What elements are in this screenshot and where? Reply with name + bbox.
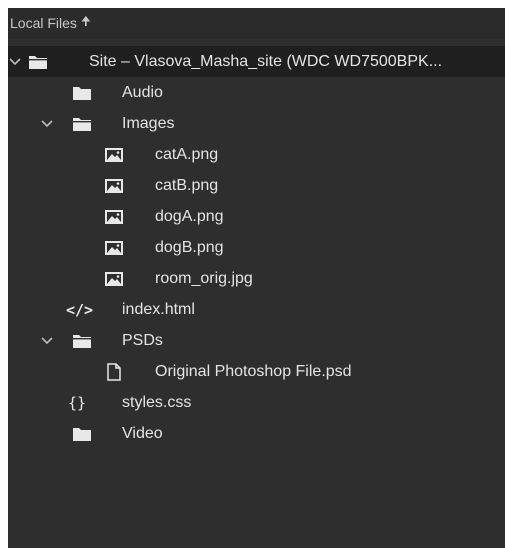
folder-icon bbox=[72, 116, 92, 132]
folder-icon bbox=[72, 426, 92, 442]
tree-item-catA[interactable]: catA.png bbox=[8, 139, 505, 170]
tree-item-label: Images bbox=[122, 114, 175, 132]
tree-item-label: Site – Vlasova_Masha_site (WDC WD7500BPK… bbox=[89, 52, 443, 70]
tree-item-label: PSDs bbox=[122, 331, 163, 349]
tree-item-dogB[interactable]: dogB.png bbox=[8, 232, 505, 263]
tree-item-label: styles.css bbox=[122, 393, 192, 411]
tree-item-room-orig[interactable]: room_orig.jpg bbox=[8, 263, 505, 294]
local-files-panel: Local Files 🠉 Site – Vlasova_Masha_site … bbox=[8, 8, 505, 548]
folder-icon bbox=[28, 54, 48, 70]
file-tree: Site – Vlasova_Masha_site (WDC WD7500BPK… bbox=[8, 46, 505, 449]
chevron-down-icon[interactable] bbox=[8, 55, 22, 69]
tree-item-images[interactable]: Images bbox=[8, 108, 505, 139]
panel-header[interactable]: Local Files 🠉 bbox=[8, 8, 505, 38]
tree-item-label: catA.png bbox=[155, 145, 219, 163]
folder-icon bbox=[72, 333, 92, 349]
chevron-down-icon[interactable] bbox=[40, 117, 54, 131]
image-file-icon bbox=[104, 147, 124, 163]
document-icon bbox=[106, 362, 122, 381]
tree-item-psds[interactable]: PSDs bbox=[8, 325, 505, 356]
folder-icon bbox=[72, 85, 92, 101]
tree-item-site-root[interactable]: Site – Vlasova_Masha_site (WDC WD7500BPK… bbox=[8, 46, 505, 77]
tree-item-label: Original Photoshop File.psd bbox=[155, 362, 352, 380]
tree-item-label: dogA.png bbox=[155, 207, 224, 225]
image-file-icon bbox=[104, 209, 124, 225]
tree-item-label: catB.png bbox=[155, 176, 219, 194]
image-file-icon bbox=[104, 271, 124, 287]
tree-item-video[interactable]: Video bbox=[8, 418, 505, 449]
arrow-up-icon[interactable]: 🠉 bbox=[81, 12, 91, 33]
tree-item-catB[interactable]: catB.png bbox=[8, 170, 505, 201]
tree-item-audio[interactable]: Audio bbox=[8, 77, 505, 108]
css-file-icon: {} bbox=[68, 393, 87, 412]
tree-item-label: index.html bbox=[122, 300, 195, 318]
image-file-icon bbox=[104, 178, 124, 194]
tree-item-dogA[interactable]: dogA.png bbox=[8, 201, 505, 232]
chevron-down-icon[interactable] bbox=[40, 334, 54, 348]
tree-item-psd-file[interactable]: Original Photoshop File.psd bbox=[8, 356, 505, 387]
image-file-icon bbox=[104, 240, 124, 256]
panel-title: Local Files bbox=[10, 14, 77, 31]
tree-item-label: dogB.png bbox=[155, 238, 224, 256]
tree-item-label: room_orig.jpg bbox=[155, 269, 253, 287]
tree-item-styles-css[interactable]: {} styles.css bbox=[8, 387, 505, 418]
tree-item-label: Video bbox=[122, 424, 163, 442]
code-file-icon: </> bbox=[66, 300, 94, 319]
tree-item-label: Audio bbox=[122, 83, 163, 101]
tree-item-index-html[interactable]: </> index.html bbox=[8, 294, 505, 325]
